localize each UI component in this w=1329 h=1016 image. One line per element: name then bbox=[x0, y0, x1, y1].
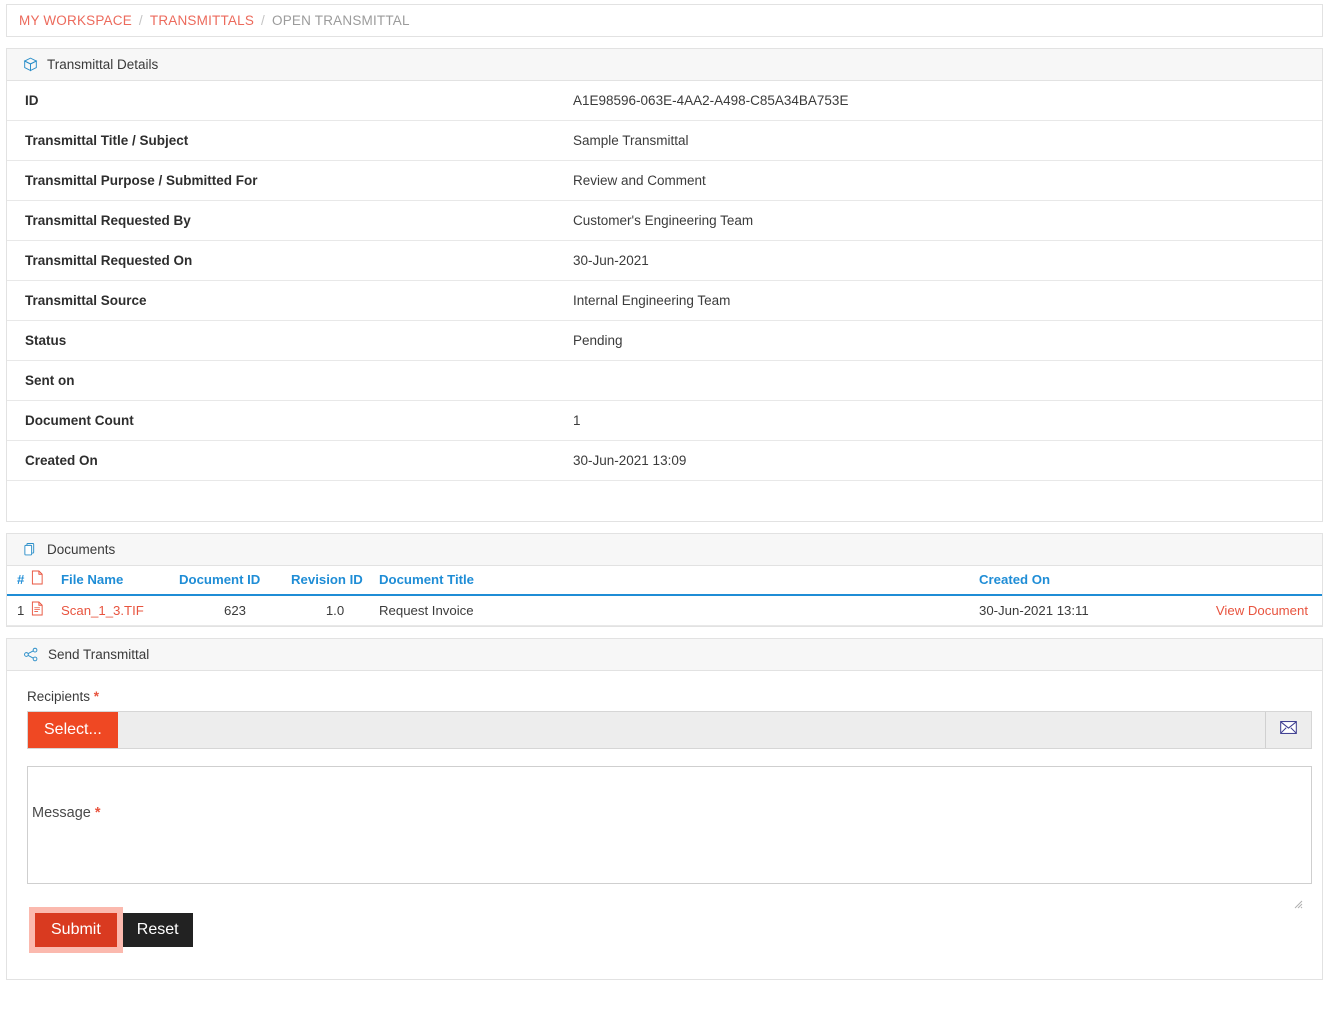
form-actions: Submit Reset bbox=[27, 907, 1302, 953]
send-transmittal-card: Send Transmittal Recipients * Select... bbox=[6, 638, 1323, 980]
required-asterisk: * bbox=[94, 689, 99, 704]
detail-row-status: Status Pending bbox=[7, 321, 1322, 361]
documents-table-head: # File Name Document ID Revision ID bbox=[7, 566, 1322, 595]
detail-value: Internal Engineering Team bbox=[573, 293, 730, 308]
detail-row-purpose: Transmittal Purpose / Submitted For Revi… bbox=[7, 161, 1322, 201]
row-index: 1 bbox=[7, 595, 31, 626]
transmittal-details-card: Transmittal Details ID A1E98596-063E-4AA… bbox=[6, 48, 1323, 522]
documents-table: # File Name Document ID Revision ID bbox=[7, 566, 1322, 626]
detail-row-requested-on: Transmittal Requested On 30-Jun-2021 bbox=[7, 241, 1322, 281]
file-icon bbox=[31, 604, 44, 619]
column-header-num[interactable]: # bbox=[7, 566, 31, 595]
documents-body: # File Name Document ID Revision ID bbox=[7, 566, 1322, 626]
documents-table-body: 1 Scan_1_3.TIF bbox=[7, 595, 1322, 626]
detail-value: Review and Comment bbox=[573, 173, 706, 188]
breadcrumb: MY WORKSPACE / TRANSMITTALS / OPEN TRANS… bbox=[6, 4, 1323, 37]
envelope-icon bbox=[1280, 721, 1297, 739]
column-header-file-icon bbox=[31, 566, 61, 595]
page-root: MY WORKSPACE / TRANSMITTALS / OPEN TRANS… bbox=[0, 4, 1329, 1016]
row-action-cell: View Document bbox=[1154, 595, 1322, 626]
send-transmittal-header: Send Transmittal bbox=[7, 639, 1322, 671]
detail-value: Sample Transmittal bbox=[573, 133, 689, 148]
detail-value: Customer's Engineering Team bbox=[573, 213, 753, 228]
recipients-label-text: Recipients bbox=[27, 689, 90, 704]
status-value: Pending bbox=[573, 333, 623, 348]
send-transmittal-form: Recipients * Select... bbox=[7, 671, 1322, 979]
box-icon bbox=[23, 57, 38, 72]
view-document-link[interactable]: View Document bbox=[1216, 603, 1308, 618]
column-header-document-id[interactable]: Document ID bbox=[179, 566, 291, 595]
submit-button[interactable]: Submit bbox=[35, 913, 117, 947]
file-icon bbox=[31, 573, 44, 588]
send-transmittal-title: Send Transmittal bbox=[48, 647, 149, 662]
share-icon bbox=[23, 647, 39, 662]
row-created-on: 30-Jun-2021 13:11 bbox=[979, 595, 1154, 626]
detail-row-id: ID A1E98596-063E-4AA2-A498-C85A34BA753E bbox=[7, 81, 1322, 121]
reset-button[interactable]: Reset bbox=[123, 913, 193, 947]
detail-bottom-spacer bbox=[7, 481, 1322, 521]
detail-row-document-count: Document Count 1 bbox=[7, 401, 1322, 441]
submit-focus-ring: Submit bbox=[29, 907, 123, 953]
detail-row-title-subject: Transmittal Title / Subject Sample Trans… bbox=[7, 121, 1322, 161]
column-header-revision-id[interactable]: Revision ID bbox=[291, 566, 379, 595]
send-email-button[interactable] bbox=[1265, 712, 1311, 748]
detail-row-requested-by: Transmittal Requested By Customer's Engi… bbox=[7, 201, 1322, 241]
detail-value: 30-Jun-2021 bbox=[573, 253, 649, 268]
detail-label: Transmittal Purpose / Submitted For bbox=[25, 173, 573, 188]
file-name-link[interactable]: Scan_1_3.TIF bbox=[61, 603, 144, 618]
breadcrumb-item-transmittals[interactable]: TRANSMITTALS bbox=[150, 13, 254, 28]
row-document-id: 623 bbox=[179, 595, 291, 626]
row-document-title: Request Invoice bbox=[379, 595, 979, 626]
detail-row-created-on: Created On 30-Jun-2021 13:09 bbox=[7, 441, 1322, 481]
recipients-input[interactable] bbox=[118, 712, 1265, 748]
column-header-document-title[interactable]: Document Title bbox=[379, 566, 979, 595]
breadcrumb-separator: / bbox=[261, 13, 265, 28]
breadcrumb-item-my-workspace[interactable]: MY WORKSPACE bbox=[19, 13, 132, 28]
row-revision-id: 1.0 bbox=[291, 595, 379, 626]
transmittal-details-title: Transmittal Details bbox=[47, 57, 158, 72]
select-recipients-button[interactable]: Select... bbox=[28, 712, 118, 748]
row-file-name-cell: Scan_1_3.TIF bbox=[61, 595, 179, 626]
row-file-type-cell bbox=[31, 595, 61, 626]
detail-label: Transmittal Requested By bbox=[25, 213, 573, 228]
column-header-created-on[interactable]: Created On bbox=[979, 566, 1154, 595]
documents-title: Documents bbox=[47, 542, 115, 557]
recipients-label: Recipients * bbox=[27, 689, 1302, 704]
detail-row-sent-on: Sent on bbox=[7, 361, 1322, 401]
detail-label: Created On bbox=[25, 453, 573, 468]
column-header-file-name[interactable]: File Name bbox=[61, 566, 179, 595]
detail-value: 1 bbox=[573, 413, 581, 428]
detail-row-source: Transmittal Source Internal Engineering … bbox=[7, 281, 1322, 321]
detail-label: Transmittal Source bbox=[25, 293, 573, 308]
detail-label: Sent on bbox=[25, 373, 573, 388]
transmittal-details-body: ID A1E98596-063E-4AA2-A498-C85A34BA753E … bbox=[7, 81, 1322, 521]
breadcrumb-separator: / bbox=[139, 13, 143, 28]
documents-card: Documents # bbox=[6, 533, 1323, 627]
detail-label: Document Count bbox=[25, 413, 573, 428]
documents-header: Documents bbox=[7, 534, 1322, 566]
message-textarea[interactable] bbox=[27, 766, 1312, 884]
transmittal-details-header: Transmittal Details bbox=[7, 49, 1322, 81]
detail-label: ID bbox=[25, 93, 573, 108]
detail-label: Status bbox=[25, 333, 573, 348]
column-header-action bbox=[1154, 566, 1322, 595]
detail-value: A1E98596-063E-4AA2-A498-C85A34BA753E bbox=[573, 93, 848, 108]
table-header-row: # File Name Document ID Revision ID bbox=[7, 566, 1322, 595]
breadcrumb-item-open-transmittal: OPEN TRANSMITTAL bbox=[272, 13, 410, 28]
table-row: 1 Scan_1_3.TIF bbox=[7, 595, 1322, 626]
detail-value: 30-Jun-2021 13:09 bbox=[573, 453, 686, 468]
detail-label: Transmittal Title / Subject bbox=[25, 133, 573, 148]
copy-icon bbox=[23, 542, 38, 557]
recipients-field-group: Select... bbox=[27, 711, 1312, 749]
detail-label: Transmittal Requested On bbox=[25, 253, 573, 268]
